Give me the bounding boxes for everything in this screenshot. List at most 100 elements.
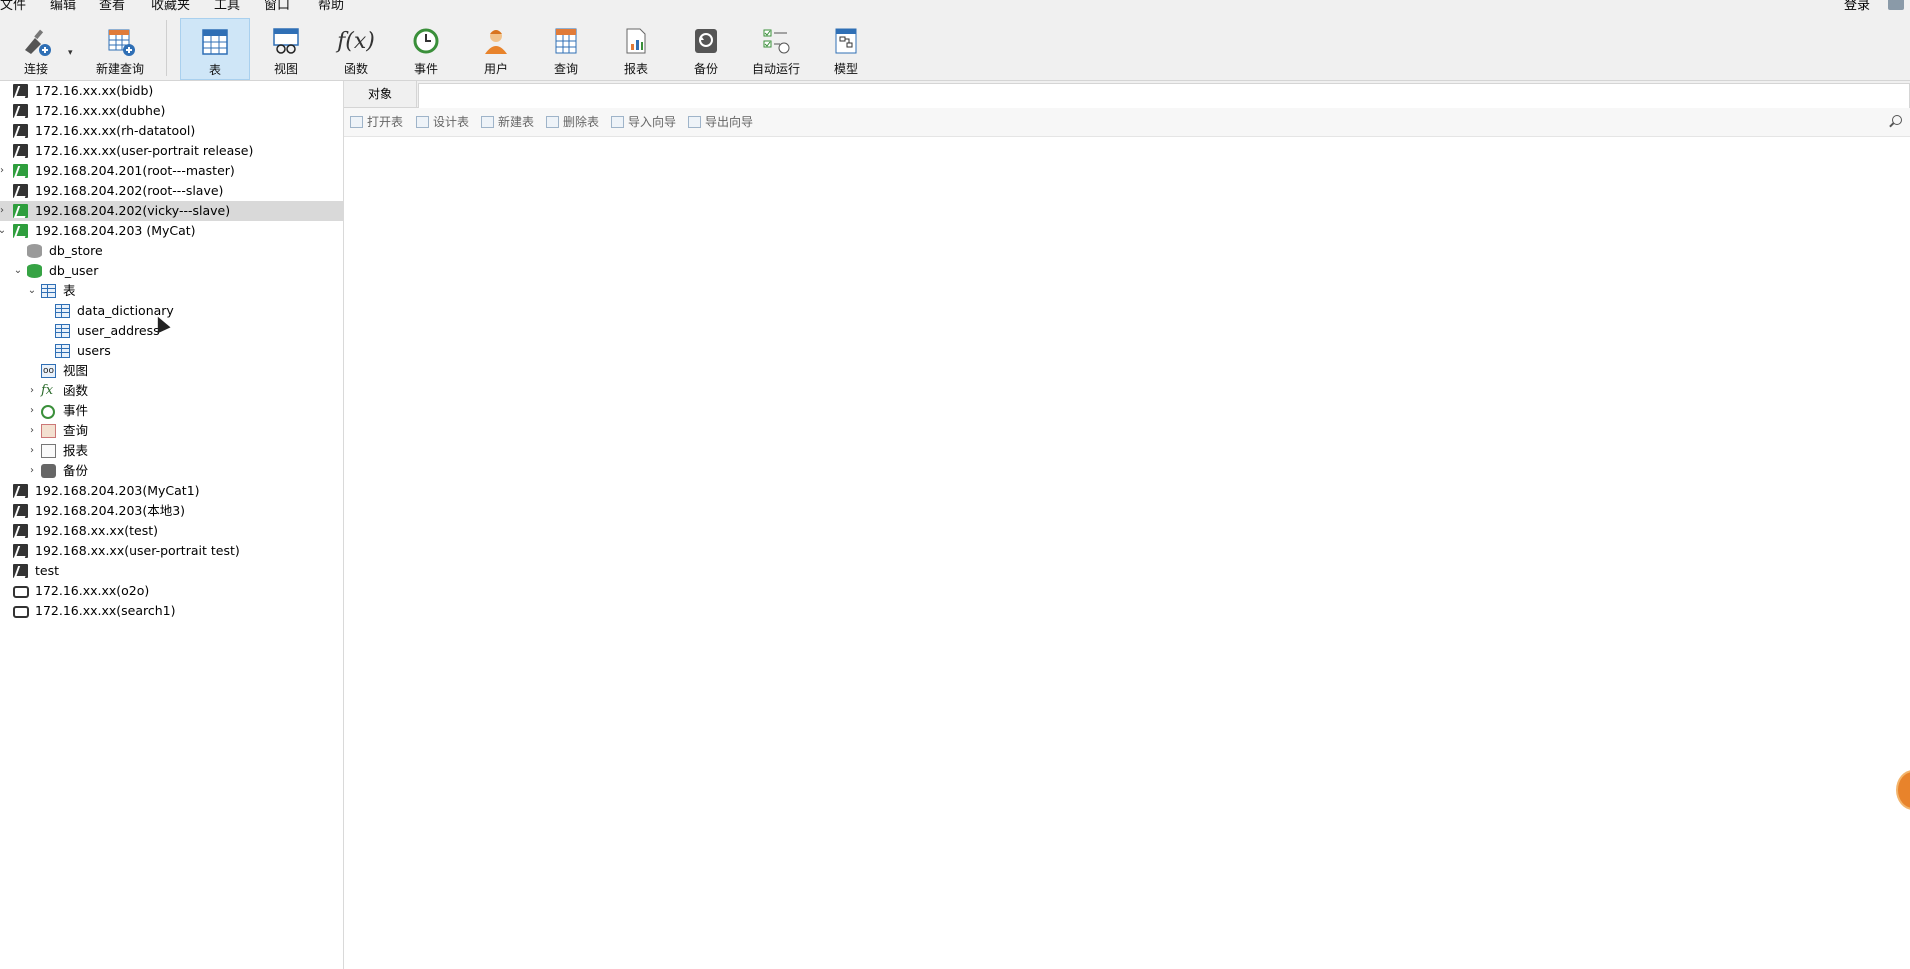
tree-item-label: 192.168.xx.xx(user-portrait test) (35, 543, 240, 558)
new-query-icon (103, 24, 137, 58)
schedule-button[interactable]: 自动运行 (742, 18, 810, 80)
model-icon (829, 24, 863, 58)
object-list-area[interactable] (344, 137, 1910, 969)
function-button[interactable]: f(x) 函数 (322, 18, 390, 80)
connection-tree: 172.16.xx.xx(bidb) 172.16.xx.xx(dubhe) 172… (0, 81, 344, 969)
tree-item[interactable]: db_store (0, 241, 343, 261)
tree-item[interactable]: 192.168.xx.xx(test) (0, 521, 343, 541)
model-button[interactable]: 模型 (812, 18, 880, 80)
view-button[interactable]: 视图 (252, 18, 320, 80)
chevron-right-icon[interactable]: › (26, 381, 38, 401)
new-table-button[interactable]: 新建表 (481, 114, 534, 130)
table-button[interactable]: 表 (180, 18, 250, 80)
schedule-icon (759, 24, 793, 58)
chevron-right-icon[interactable]: › (0, 201, 8, 221)
tree-item[interactable]: 172.16.xx.xx(rh-datatool) (0, 121, 343, 141)
chevron-right-icon[interactable]: › (26, 461, 38, 481)
table-icon (55, 304, 70, 318)
chevron-down-icon[interactable]: ⌄ (26, 281, 38, 301)
menu-tools[interactable]: 工具 (214, 0, 240, 13)
tree-item[interactable]: 192.168.204.203(MyCat1) (0, 481, 343, 501)
tree-item[interactable]: 172.16.xx.xx(search1) (0, 601, 343, 621)
tree-item[interactable]: 192.168.204.203(本地3) (0, 501, 343, 521)
menu-file[interactable]: 文件 (0, 0, 26, 13)
import-wizard-button[interactable]: 导入向导 (611, 114, 676, 130)
tree-item[interactable]: › 备份 (0, 461, 343, 481)
design-table-icon (416, 116, 429, 128)
tree-item[interactable]: 192.168.204.202(root---slave) (0, 181, 343, 201)
new-query-label: 新建查询 (95, 62, 144, 76)
chevron-down-icon[interactable]: ⌄ (12, 261, 24, 281)
event-icon (409, 24, 443, 58)
tree-item-label: 192.168.204.203(MyCat1) (35, 483, 200, 498)
export-wizard-icon (688, 116, 701, 128)
chevron-right-icon[interactable]: › (0, 161, 8, 181)
account-icon[interactable] (1888, 0, 1904, 10)
tree-item[interactable]: 172.16.xx.xx(o2o) (0, 581, 343, 601)
tree-item[interactable]: user_address (0, 321, 343, 341)
query-button[interactable]: 查询 (532, 18, 600, 80)
function-icon: f(x) (337, 28, 375, 54)
tree-item[interactable]: 172.16.xx.xx(dubhe) (0, 101, 343, 121)
export-wizard-button[interactable]: 导出向导 (688, 114, 753, 130)
report-label: 报表 (623, 62, 648, 76)
tree-item-label: users (77, 343, 111, 358)
chevron-down-icon[interactable]: ⌄ (0, 221, 8, 241)
delete-table-button[interactable]: 删除表 (546, 114, 599, 130)
menu-help[interactable]: 帮助 (318, 0, 344, 13)
tree-item-label: 192.168.204.202(vicky---slave) (35, 203, 231, 218)
tree-item[interactable]: › fx 函数 (0, 381, 343, 401)
import-wizard-icon (611, 116, 624, 128)
chevron-right-icon[interactable]: › (26, 401, 38, 421)
tree-item-label: 192.168.204.201(root---master) (35, 163, 235, 178)
tree-item[interactable]: ⌄ db_user (0, 261, 343, 281)
tree-item-label: 172.16.xx.xx(o2o) (35, 583, 150, 598)
tree-item[interactable]: › 192.168.204.201(root---master) (0, 161, 343, 181)
menu-edit[interactable]: 编辑 (50, 0, 76, 13)
search-icon[interactable] (1888, 115, 1902, 129)
connect-icon (19, 24, 53, 58)
chevron-right-icon[interactable]: › (26, 421, 38, 441)
table-label: 表 (208, 63, 221, 77)
tree-item[interactable]: ⌄ 192.168.204.203 (MyCat) (0, 221, 343, 241)
user-button[interactable]: 用户 (462, 18, 530, 80)
connection-icon (13, 504, 28, 518)
report-button[interactable]: 报表 (602, 18, 670, 80)
backup-button[interactable]: 备份 (672, 18, 740, 80)
tree-item[interactable]: test (0, 561, 343, 581)
event-label: 事件 (413, 62, 438, 76)
queries-folder-icon (41, 424, 56, 438)
tree-item[interactable]: 192.168.xx.xx(user-portrait test) (0, 541, 343, 561)
tree-item[interactable]: › 查询 (0, 421, 343, 441)
menu-window[interactable]: 窗口 (264, 0, 290, 13)
table-icon (55, 344, 70, 358)
login-link[interactable]: 登录 (1844, 0, 1870, 13)
menu-view[interactable]: 查看 (99, 0, 125, 13)
tree-item[interactable]: 172.16.xx.xx(bidb) (0, 81, 343, 101)
connect-dropdown-icon[interactable]: ▾ (68, 48, 73, 58)
object-toolbar: 打开表 设计表 新建表 删除表 导入向导 导出向导 (344, 108, 1910, 137)
event-button[interactable]: 事件 (392, 18, 460, 80)
tree-item[interactable]: 172.16.xx.xx(user-portrait release) (0, 141, 343, 161)
chevron-right-icon[interactable]: › (26, 441, 38, 461)
toolbar-separator (166, 20, 167, 76)
connect-button[interactable]: 连接 (8, 18, 64, 80)
tree-item[interactable]: › 报表 (0, 441, 343, 461)
tree-item[interactable]: 视图 (0, 361, 343, 381)
tree-item[interactable]: data_dictionary (0, 301, 343, 321)
tree-item-label: 172.16.xx.xx(rh-datatool) (35, 123, 196, 138)
tab-objects[interactable]: 对象 (344, 81, 417, 107)
menu-favorites[interactable]: 收藏夹 (151, 0, 190, 13)
user-label: 用户 (483, 62, 508, 76)
connection-icon (13, 544, 28, 558)
main-toolbar: 连接 ▾ 新建查询 表 视图 f(x) 函数 事件 用户 查询 报表 备份 自动… (0, 14, 1910, 81)
tree-item[interactable]: › 192.168.204.202(vicky---slave) (0, 201, 343, 221)
design-table-button[interactable]: 设计表 (416, 114, 469, 130)
tree-item[interactable]: › 事件 (0, 401, 343, 421)
tree-item[interactable]: users (0, 341, 343, 361)
tree-item-label: 备份 (63, 463, 89, 478)
tree-item[interactable]: ⌄ 表 (0, 281, 343, 301)
connect-label: 连接 (23, 62, 48, 76)
open-table-button[interactable]: 打开表 (350, 114, 403, 130)
new-query-button[interactable]: 新建查询 (82, 18, 158, 80)
